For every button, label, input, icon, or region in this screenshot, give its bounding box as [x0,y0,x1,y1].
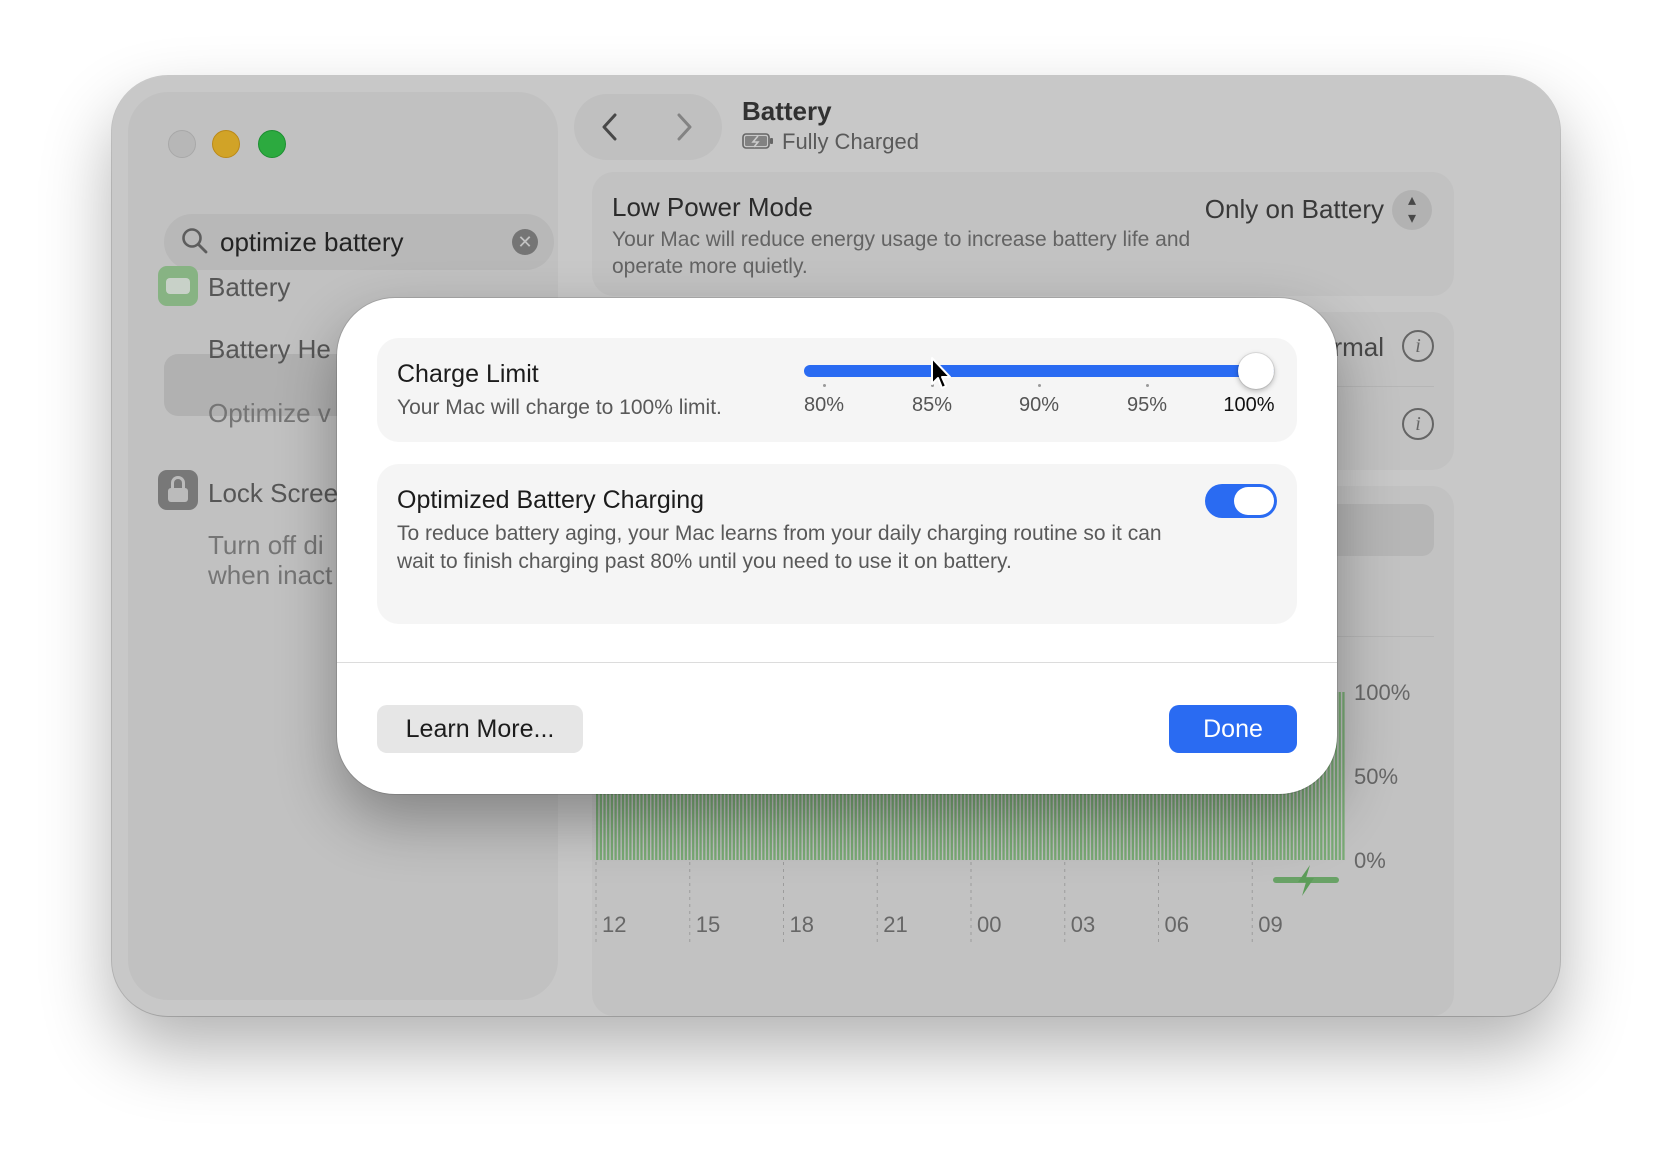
done-button[interactable]: Done [1169,705,1297,753]
chart-y-tick-label: 0% [1354,848,1386,873]
zoom-button[interactable] [258,130,286,158]
chart-x-tick-label: 03 [1071,912,1095,937]
chart-bar [1338,692,1341,860]
dialog-divider [337,662,1337,663]
close-button[interactable] [168,130,196,158]
chart-x-tick-label: 00 [977,912,1001,937]
optimized-charging-description: To reduce battery aging, your Mac learns… [397,522,1162,573]
slider-tick-label: 100% [1223,394,1275,416]
charge-limit-title: Charge Limit [397,360,539,388]
optimized-charging-title: Optimized Battery Charging [397,486,705,514]
chevron-left-icon[interactable] [594,110,628,144]
chart-x-tick-label: 21 [883,912,907,937]
chart-x-tick-label: 15 [696,912,720,937]
search-input[interactable]: optimize battery [220,227,404,258]
sidebar-item-optimize[interactable]: Optimize v [208,398,331,429]
charge-limit-description: Your Mac will charge to 100% limit. [397,396,722,419]
slider-tick-label: 90% [1018,394,1060,416]
optimized-charging-card: Optimized Battery Charging To reduce bat… [377,464,1297,624]
charge-limit-slider-thumb[interactable] [1238,353,1274,389]
slider-tick-label: 95% [1126,394,1168,416]
popup-stepper-icon[interactable]: ▴ ▾ [1392,190,1432,230]
low-power-mode-title: Low Power Mode [612,192,813,222]
charge-limit-slider-track[interactable] [804,365,1274,377]
toggle-knob [1234,487,1274,515]
slider-tick [1038,384,1041,387]
battery-health-dialog: Charge Limit Your Mac will charge to 100… [337,298,1337,794]
slider-tick [823,384,826,387]
sidebar-item-when-inactive: when inact [208,560,333,590]
chart-y-tick-label: 50% [1354,764,1398,789]
low-power-mode-card: Low Power Mode Your Mac will reduce ener… [592,172,1454,296]
slider-tick-label: 80% [803,394,845,416]
battery-charging-icon [742,133,773,149]
info-icon[interactable]: i [1402,408,1434,440]
slider-tick [1146,384,1149,387]
chevron-right-icon[interactable] [666,110,700,144]
sidebar-item-battery-health[interactable]: Battery He [208,334,331,365]
chart-x-tick-label: 09 [1258,912,1282,937]
sidebar-item-turn-off[interactable]: Turn off di [208,530,324,561]
low-power-mode-description: Your Mac will reduce energy usage to inc… [612,228,1191,278]
navigation-pill [574,94,722,160]
charging-bolt-icon [1298,865,1314,896]
mouse-pointer-icon [931,357,951,389]
search-field[interactable]: optimize battery ✕ [164,214,554,270]
sidebar-item-battery[interactable]: Battery [208,272,290,303]
charge-limit-card: Charge Limit Your Mac will charge to 100… [377,338,1297,442]
slider-tick-label: 85% [911,394,953,416]
learn-more-button[interactable]: Learn More... [377,705,583,753]
minimize-button[interactable] [212,130,240,158]
battery-icon [158,266,198,306]
clear-icon[interactable]: ✕ [512,229,538,255]
search-icon [182,228,208,254]
low-power-mode-value[interactable]: Only on Battery [1205,194,1384,225]
chart-y-tick-label: 100% [1354,684,1410,705]
chart-x-tick-label: 06 [1165,912,1189,937]
optimized-charging-toggle[interactable] [1205,484,1277,518]
sidebar-item-lock-screen[interactable]: Lock Scree [208,478,338,509]
page-title: Battery [742,96,832,126]
chart-x-tick-label: 12 [602,912,626,937]
chart-x-tick-label: 18 [790,912,814,937]
chart-bar [1342,692,1345,860]
lock-icon [158,470,198,510]
info-icon[interactable]: i [1402,330,1434,362]
page-subtitle: Fully Charged [782,129,919,154]
